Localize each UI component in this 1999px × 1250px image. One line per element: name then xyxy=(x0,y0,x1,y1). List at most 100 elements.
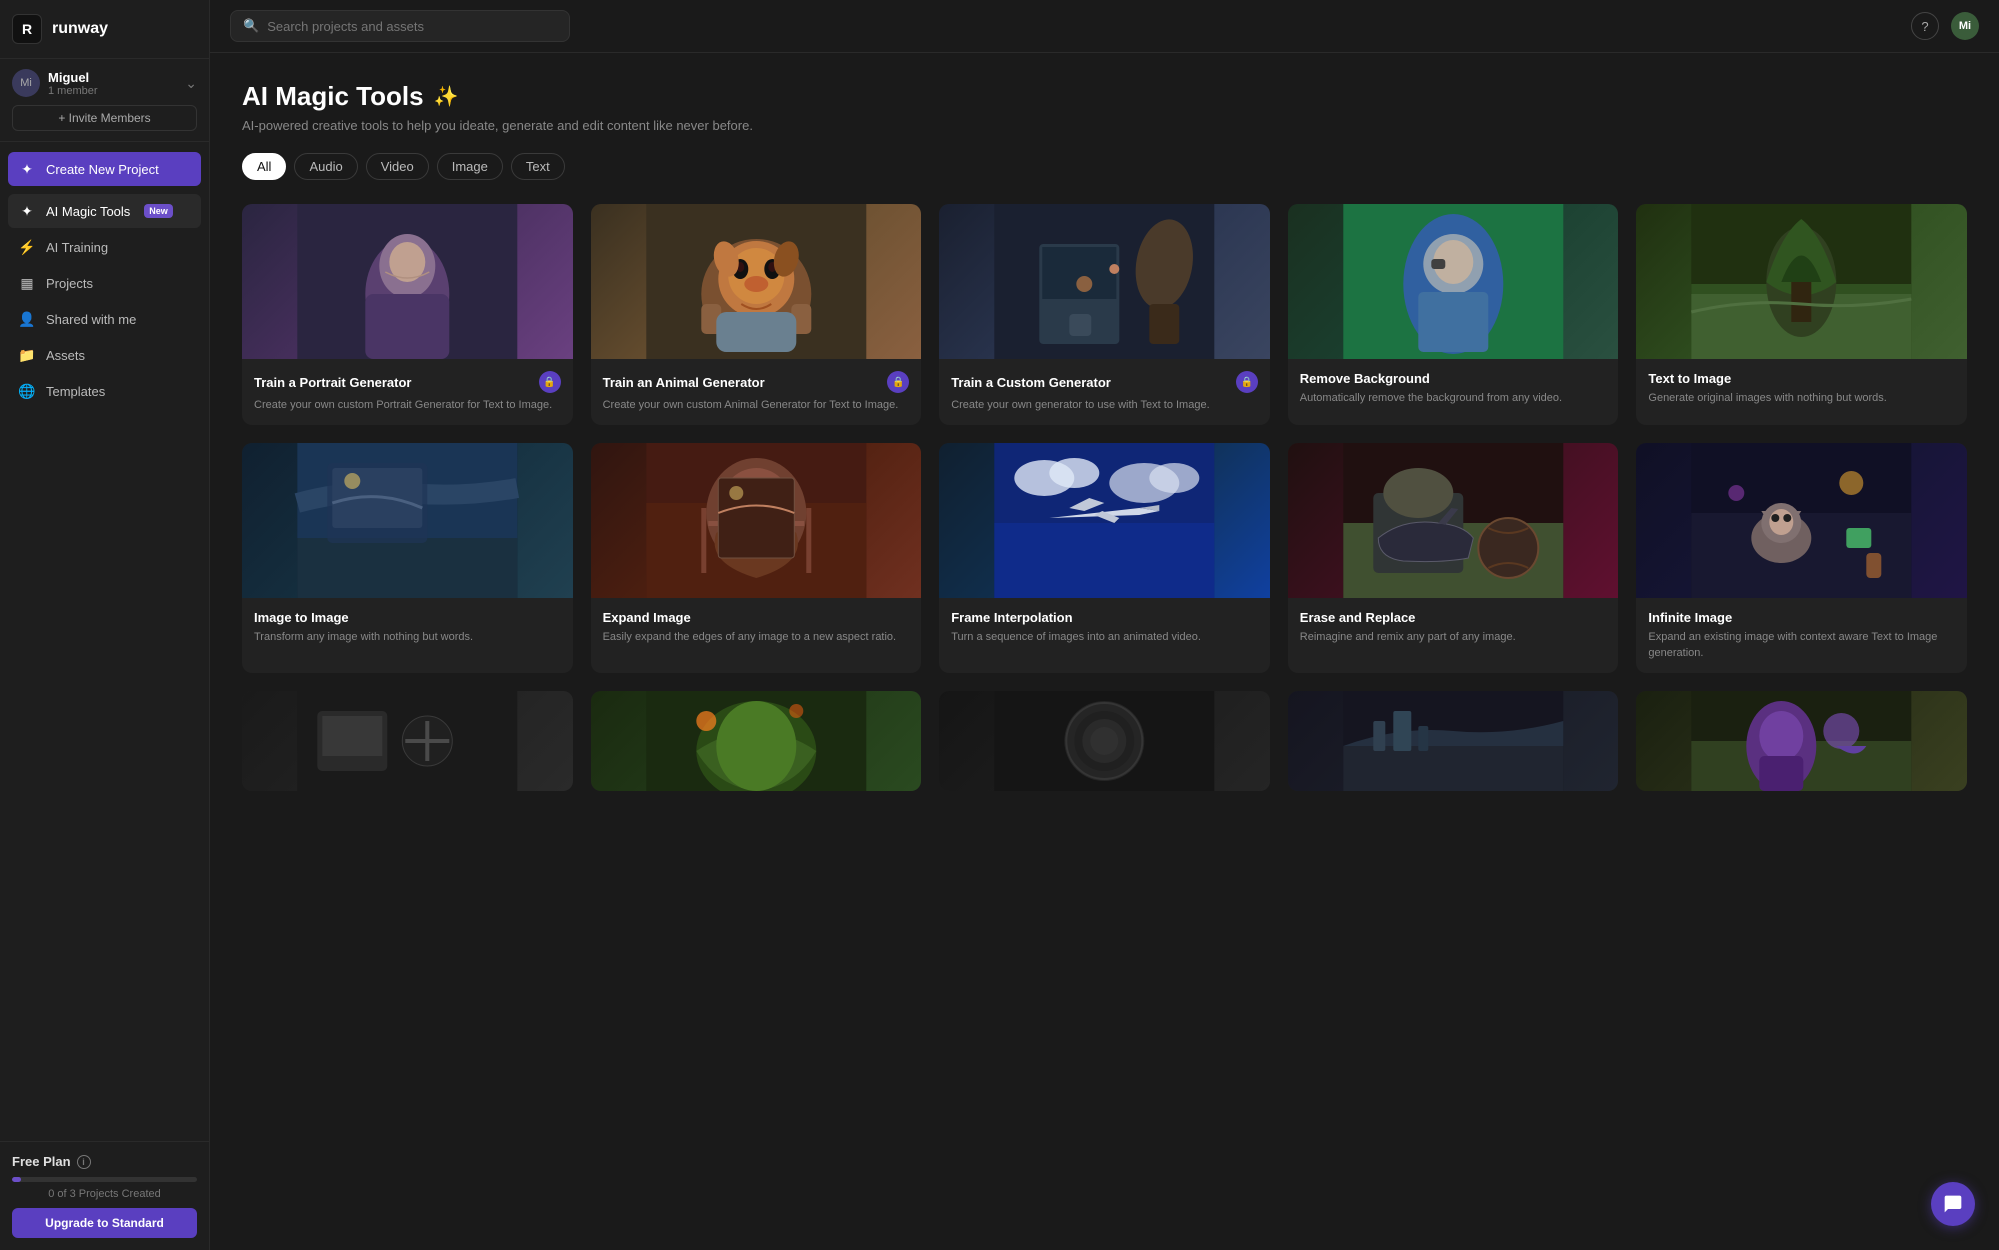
sidebar: R runway Mi Miguel 1 member ⌄ + Invite M… xyxy=(0,0,210,1250)
filter-tab-image[interactable]: Image xyxy=(437,153,503,180)
tool-title-row: Erase and Replace xyxy=(1300,610,1607,625)
help-button[interactable]: ? xyxy=(1911,12,1939,40)
user-avatar[interactable]: Mi xyxy=(1951,12,1979,40)
tool-card-frame-interpolation[interactable]: Frame Interpolation Turn a sequence of i… xyxy=(939,443,1270,673)
tool-card-infinite-image[interactable]: Infinite Image Expand an existing image … xyxy=(1636,443,1967,673)
runway-logo: R xyxy=(12,14,42,44)
upgrade-button[interactable]: Upgrade to Standard xyxy=(12,1208,197,1238)
lock-icon: 🔒 xyxy=(1236,371,1258,393)
sidebar-item-ai-magic-tools[interactable]: ✦ AI Magic Tools New xyxy=(8,194,201,228)
invite-members-button[interactable]: + Invite Members xyxy=(12,105,197,131)
workspace-row[interactable]: Mi Miguel 1 member ⌄ xyxy=(12,69,197,97)
tool-card-custom-generator[interactable]: Train a Custom Generator 🔒 Create your o… xyxy=(939,204,1270,425)
tool-title-row: Train a Custom Generator 🔒 xyxy=(951,371,1258,393)
tool-title: Image to Image xyxy=(254,610,349,625)
sidebar-item-label: Create New Project xyxy=(46,162,159,177)
tool-description: Generate original images with nothing bu… xyxy=(1648,391,1955,406)
sidebar-item-assets[interactable]: 📁 Assets xyxy=(8,338,201,372)
search-input[interactable] xyxy=(267,19,557,34)
workspace-members: 1 member xyxy=(48,85,185,97)
tool-card-image-r2 xyxy=(591,691,922,791)
tool-title: Infinite Image xyxy=(1648,610,1732,625)
filter-tab-video[interactable]: Video xyxy=(366,153,429,180)
templates-icon: 🌐 xyxy=(18,382,36,400)
filter-tab-audio[interactable]: Audio xyxy=(294,153,357,180)
sidebar-item-label: Templates xyxy=(46,384,105,399)
tool-card-remove-background[interactable]: Remove Background Automatically remove t… xyxy=(1288,204,1619,425)
tool-description: Easily expand the edges of any image to … xyxy=(603,630,910,645)
progress-bar-fill xyxy=(12,1177,21,1182)
tool-card-row3-5[interactable] xyxy=(1636,691,1967,791)
tool-card-image-to-image[interactable]: Image to Image Transform any image with … xyxy=(242,443,573,673)
free-plan-label: Free Plan i xyxy=(12,1154,197,1169)
filter-tab-text[interactable]: Text xyxy=(511,153,565,180)
projects-progress-bar xyxy=(12,1177,197,1182)
chat-fab-button[interactable] xyxy=(1931,1182,1975,1226)
tools-grid-row3 xyxy=(242,691,1967,791)
tool-card-body: Erase and Replace Reimagine and remix an… xyxy=(1288,598,1619,657)
tool-card-text-to-image[interactable]: Text to Image Generate original images w… xyxy=(1636,204,1967,425)
tool-card-erase-replace[interactable]: Erase and Replace Reimagine and remix an… xyxy=(1288,443,1619,673)
tool-card-image-r5 xyxy=(1636,691,1967,791)
filter-tab-all[interactable]: All xyxy=(242,153,286,180)
sidebar-item-label: Assets xyxy=(46,348,85,363)
topbar-right: ? Mi xyxy=(1911,12,1979,40)
tool-title: Train a Custom Generator xyxy=(951,375,1111,390)
tool-card-image-img-to-img xyxy=(242,443,573,598)
info-icon[interactable]: i xyxy=(77,1155,91,1169)
tool-description: Expand an existing image with context aw… xyxy=(1648,630,1955,661)
shared-icon: 👤 xyxy=(18,310,36,328)
tool-card-body: Image to Image Transform any image with … xyxy=(242,598,573,657)
sidebar-item-ai-training[interactable]: ⚡ AI Training xyxy=(8,230,201,264)
app-name: runway xyxy=(52,20,108,38)
sidebar-item-label: Shared with me xyxy=(46,312,136,327)
tool-title: Train an Animal Generator xyxy=(603,375,765,390)
tool-description: Transform any image with nothing but wor… xyxy=(254,630,561,645)
workspace-info: Miguel 1 member xyxy=(48,70,185,97)
tool-description: Create your own custom Animal Generator … xyxy=(603,398,910,413)
sidebar-item-projects[interactable]: ▦ Projects xyxy=(8,266,201,300)
tool-title-row: Expand Image xyxy=(603,610,910,625)
create-icon: ✦ xyxy=(18,160,36,178)
tool-card-body: Train a Custom Generator 🔒 Create your o… xyxy=(939,359,1270,425)
lock-icon: 🔒 xyxy=(539,371,561,393)
tool-card-image-expand xyxy=(591,443,922,598)
sidebar-item-create[interactable]: ✦ Create New Project xyxy=(8,152,201,186)
workspace-name: Miguel xyxy=(48,70,185,85)
workspace-section: Mi Miguel 1 member ⌄ + Invite Members xyxy=(0,59,209,142)
tool-description: Turn a sequence of images into an animat… xyxy=(951,630,1258,645)
workspace-chevron-icon: ⌄ xyxy=(185,75,197,92)
main-area: 🔍 ? Mi AI Magic Tools ✨ AI-powered creat… xyxy=(210,0,1999,1250)
tool-title-row: Train a Portrait Generator 🔒 xyxy=(254,371,561,393)
filter-tabs: All Audio Video Image Text xyxy=(242,153,1967,180)
tool-title-row: Image to Image xyxy=(254,610,561,625)
tool-title: Text to Image xyxy=(1648,371,1731,386)
tool-card-row3-4[interactable] xyxy=(1288,691,1619,791)
tool-card-image-interpolation xyxy=(939,443,1270,598)
tool-description: Create your own custom Portrait Generato… xyxy=(254,398,561,413)
tool-card-row3-3[interactable] xyxy=(939,691,1270,791)
lock-icon: 🔒 xyxy=(887,371,909,393)
tool-card-image-r4 xyxy=(1288,691,1619,791)
search-icon: 🔍 xyxy=(243,18,259,34)
nav-section: ✦ Create New Project ✦ AI Magic Tools Ne… xyxy=(0,142,209,1141)
page-title-row: AI Magic Tools ✨ xyxy=(242,81,1967,112)
magic-icon: ✦ xyxy=(18,202,36,220)
tool-card-row3-1[interactable] xyxy=(242,691,573,791)
tool-card-body: Train a Portrait Generator 🔒 Create your… xyxy=(242,359,573,425)
tool-card-portrait-generator[interactable]: Train a Portrait Generator 🔒 Create your… xyxy=(242,204,573,425)
tool-title: Remove Background xyxy=(1300,371,1430,386)
wand-icon: ✨ xyxy=(434,84,459,109)
sidebar-item-templates[interactable]: 🌐 Templates xyxy=(8,374,201,408)
tool-title: Erase and Replace xyxy=(1300,610,1416,625)
sidebar-item-shared[interactable]: 👤 Shared with me xyxy=(8,302,201,336)
tool-card-row3-2[interactable] xyxy=(591,691,922,791)
tool-card-animal-generator[interactable]: Train an Animal Generator 🔒 Create your … xyxy=(591,204,922,425)
tool-card-expand-image[interactable]: Expand Image Easily expand the edges of … xyxy=(591,443,922,673)
sidebar-item-label: AI Training xyxy=(46,240,108,255)
tool-card-image-text-to-img xyxy=(1636,204,1967,359)
search-bar[interactable]: 🔍 xyxy=(230,10,570,42)
tool-title-row: Infinite Image xyxy=(1648,610,1955,625)
page-subtitle: AI-powered creative tools to help you id… xyxy=(242,118,1967,133)
workspace-avatar: Mi xyxy=(12,69,40,97)
